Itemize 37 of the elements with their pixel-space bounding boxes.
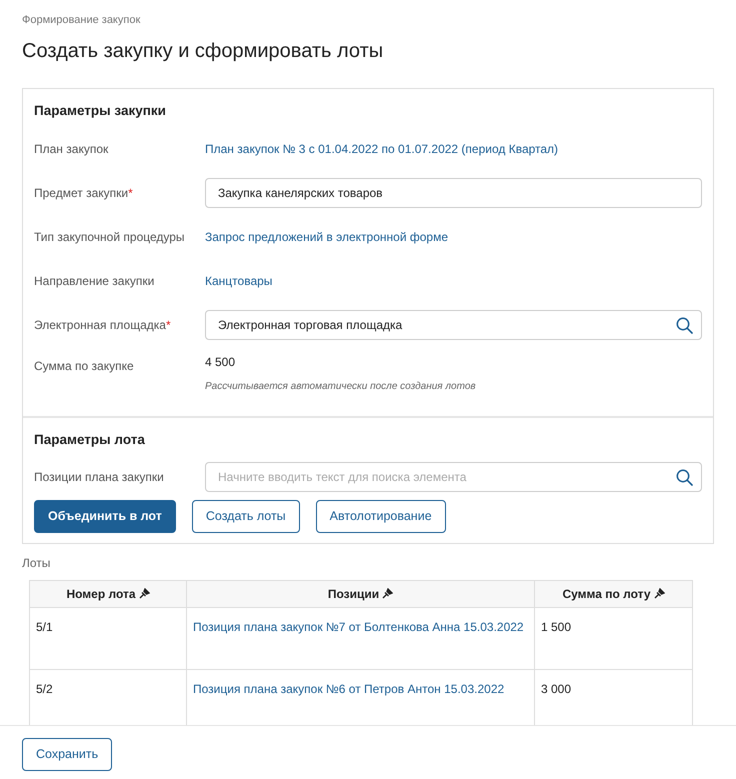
field-label: Электронная площадка <box>34 318 166 332</box>
hint-text: Рассчитывается автоматически после создания лотов <box>205 380 476 394</box>
field-label: Предмет закупки <box>34 186 128 200</box>
section-title: Параметры закупки <box>34 102 167 120</box>
column-header[interactable]: Позиции <box>186 580 534 608</box>
table-cell: 1 500 <box>534 607 692 670</box>
input-field[interactable]: Закупка канелярских товаров <box>205 178 702 208</box>
page-title: Создать закупку и сформировать лоты <box>22 38 384 62</box>
search-field[interactable]: Начните вводить текст для поиска элемента <box>205 462 702 492</box>
field-value: 4 500 <box>205 354 236 371</box>
search-icon[interactable] <box>676 469 693 486</box>
field-link[interactable]: Запрос предложений в электронной форме <box>205 230 448 244</box>
required-mark: * <box>128 186 133 200</box>
field-label: Позиции плана закупки <box>34 470 165 484</box>
pin-icon[interactable] <box>138 588 150 599</box>
field-link[interactable]: План закупок № 3 с 01.04.2022 по 01.07.2022 (период Квартал) <box>205 142 558 156</box>
table-cell: 5/2 <box>30 669 186 725</box>
column-header[interactable]: Сумма по лоту <box>534 580 692 608</box>
field-label: Тип закупочной процедуры <box>34 230 185 244</box>
action-button[interactable]: Автолотирование <box>316 500 446 533</box>
field-label: План закупок <box>34 142 108 156</box>
pin-icon[interactable] <box>654 588 665 599</box>
section-title: Параметры лота <box>34 430 146 449</box>
field-label: Направление закупки <box>34 274 154 288</box>
action-button[interactable]: Создать лоты <box>192 500 300 533</box>
search-icon[interactable] <box>676 316 693 334</box>
section-label: Лоты <box>22 554 50 572</box>
required-mark: * <box>166 318 171 332</box>
field-label: Сумма по закупке <box>34 358 134 373</box>
pin-icon[interactable] <box>382 588 394 599</box>
save-button[interactable]: Сохранить <box>22 738 112 771</box>
action-button[interactable]: Объединить в лот <box>34 500 176 533</box>
table-cell: 5/1 <box>30 607 186 670</box>
breadcrumb[interactable]: Формирование закупок <box>22 0 140 28</box>
field-link[interactable]: Канцтовары <box>205 274 272 288</box>
column-header[interactable]: Номер лота <box>30 580 186 608</box>
search-field[interactable]: Электронная торговая площадка <box>205 310 702 340</box>
